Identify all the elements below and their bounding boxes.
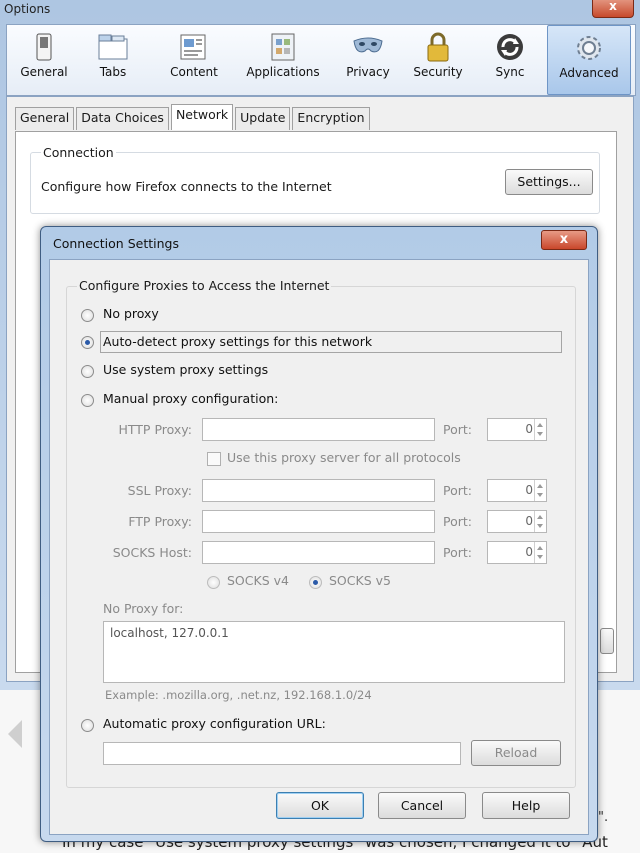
http-proxy-label: HTTP Proxy: — [118, 422, 192, 437]
partially-hidden-button[interactable] — [600, 628, 614, 654]
ftp-port-value: 0 — [525, 514, 533, 528]
spinner-arrows-icon[interactable] — [534, 511, 546, 532]
left-arrow-icon[interactable] — [8, 720, 22, 748]
auto-url-input[interactable] — [103, 742, 461, 765]
no-proxy-example: Example: .mozilla.org, .net.nz, 192.168.… — [105, 688, 372, 702]
window-close-button[interactable]: x — [592, 0, 634, 18]
pane-label-tabs: Tabs — [99, 65, 127, 79]
connection-settings-dialog: Connection Settings x Configure Proxies … — [40, 226, 598, 842]
proxy-group: Configure Proxies to Access the Internet… — [66, 278, 576, 788]
connection-description: Configure how Firefox connects to the In… — [41, 179, 332, 194]
dialog-close-button[interactable]: x — [541, 230, 587, 250]
pane-label-applications: Applications — [246, 65, 320, 79]
label-manual-proxy[interactable]: Manual proxy configuration: — [103, 391, 278, 406]
ssl-port-stepper[interactable]: 0 — [487, 479, 547, 502]
ftp-proxy-input[interactable] — [202, 510, 435, 533]
applications-icon — [267, 31, 299, 63]
pane-label-sync: Sync — [495, 65, 525, 79]
socks-port-stepper[interactable]: 0 — [487, 541, 547, 564]
pane-security[interactable]: Security — [407, 25, 469, 93]
label-auto-detect[interactable]: Auto-detect proxy settings for this netw… — [103, 334, 372, 349]
label-socks-v4[interactable]: SOCKS v4 — [227, 573, 289, 588]
label-socks-v5[interactable]: SOCKS v5 — [329, 573, 391, 588]
socks-port-value: 0 — [525, 545, 533, 559]
sync-icon — [494, 31, 526, 63]
pane-privacy[interactable]: Privacy — [341, 25, 395, 93]
ok-button[interactable]: OK — [276, 792, 364, 819]
http-proxy-input[interactable] — [202, 418, 435, 441]
pane-sync[interactable]: Sync — [485, 25, 535, 93]
background-text-1: ". — [598, 810, 609, 825]
subtab-network[interactable]: Network — [170, 104, 234, 130]
use-all-protocols-label[interactable]: Use this proxy server for all protocols — [227, 450, 461, 465]
content-icon — [178, 31, 210, 63]
help-button[interactable]: Help — [482, 792, 570, 819]
connection-settings-button[interactable]: Settings... — [505, 169, 593, 195]
ssl-proxy-input[interactable] — [202, 479, 435, 502]
radio-auto-url[interactable] — [81, 719, 94, 732]
privacy-mask-icon — [352, 31, 384, 63]
label-no-proxy[interactable]: No proxy — [103, 306, 159, 321]
socks-host-label: SOCKS Host: — [112, 545, 192, 560]
dialog-body: Configure Proxies to Access the Internet… — [49, 259, 589, 835]
ssl-port-value: 0 — [525, 483, 533, 497]
http-port-stepper[interactable]: 0 — [487, 418, 547, 441]
subtab-update[interactable]: Update — [235, 107, 291, 130]
radio-socks-v5[interactable] — [309, 576, 322, 589]
http-port-value: 0 — [525, 422, 533, 436]
tabs-icon — [97, 31, 129, 63]
http-port-label: Port: — [443, 422, 472, 437]
spinner-arrows-icon[interactable] — [534, 419, 546, 440]
radio-auto-detect[interactable] — [81, 336, 94, 349]
pane-label-content: Content — [170, 65, 218, 79]
options-titlebar: Options x — [0, 0, 640, 22]
label-system-proxy[interactable]: Use system proxy settings — [103, 362, 268, 377]
use-all-protocols-checkbox[interactable] — [207, 452, 221, 466]
radio-no-proxy[interactable] — [81, 309, 94, 322]
pane-label-advanced: Advanced — [559, 66, 619, 80]
no-proxy-for-label: No Proxy for: — [103, 601, 184, 616]
window-title: Options — [4, 2, 51, 16]
advanced-subtabs: General Data Choices Network Update Encr… — [15, 104, 372, 131]
radio-system-proxy[interactable] — [81, 365, 94, 378]
ftp-port-stepper[interactable]: 0 — [487, 510, 547, 533]
spinner-arrows-icon[interactable] — [534, 480, 546, 501]
pane-label-security: Security — [413, 65, 463, 79]
connection-group: Connection Configure how Firefox connect… — [30, 145, 600, 214]
switch-icon — [28, 31, 60, 63]
connection-legend: Connection — [41, 145, 116, 160]
ftp-proxy-label: FTP Proxy: — [128, 514, 192, 529]
no-proxy-for-value: localhost, 127.0.0.1 — [110, 626, 229, 640]
cancel-button[interactable]: Cancel — [378, 792, 466, 819]
radio-socks-v4[interactable] — [207, 576, 220, 589]
no-proxy-for-textarea[interactable]: localhost, 127.0.0.1 — [103, 621, 565, 683]
radio-manual-proxy[interactable] — [81, 394, 94, 407]
subtab-encryption[interactable]: Encryption — [292, 107, 370, 130]
subtab-general[interactable]: General — [15, 107, 75, 130]
gear-icon — [573, 32, 605, 64]
ssl-port-label: Port: — [443, 483, 472, 498]
ssl-proxy-label: SSL Proxy: — [127, 483, 192, 498]
pane-label-privacy: Privacy — [346, 65, 390, 79]
padlock-icon — [422, 31, 454, 63]
proxy-group-legend: Configure Proxies to Access the Internet — [77, 278, 332, 293]
pane-label-general: General — [20, 65, 68, 79]
dialog-title: Connection Settings — [53, 236, 179, 251]
socks-port-label: Port: — [443, 545, 472, 560]
label-auto-url[interactable]: Automatic proxy configuration URL: — [103, 716, 326, 731]
pane-tabs[interactable]: Tabs — [91, 25, 135, 93]
socks-host-input[interactable] — [202, 541, 435, 564]
ftp-port-label: Port: — [443, 514, 472, 529]
pane-applications[interactable]: Applications — [237, 25, 329, 93]
pane-general[interactable]: General — [17, 25, 71, 93]
spinner-arrows-icon[interactable] — [534, 542, 546, 563]
preferences-pane-bar: General Tabs Content Applications Privac… — [6, 24, 636, 96]
pane-content[interactable]: Content — [163, 25, 225, 93]
pane-advanced[interactable]: Advanced — [547, 25, 631, 95]
subtab-data-choices[interactable]: Data Choices — [76, 107, 169, 130]
reload-button[interactable]: Reload — [471, 740, 561, 766]
